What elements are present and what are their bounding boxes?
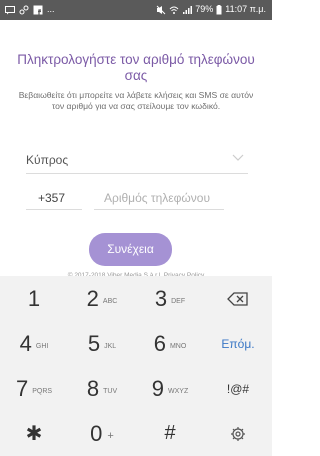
- phone-number-placeholder: Αριθμός τηλεφώνου: [104, 191, 211, 205]
- key-7[interactable]: 7 PQRS: [0, 366, 68, 411]
- key-digit: 4: [19, 330, 32, 356]
- key-backspace[interactable]: [204, 276, 272, 321]
- plus-label: +: [107, 429, 114, 442]
- battery-percent: 79%: [195, 4, 214, 14]
- gear-icon: [231, 426, 245, 441]
- wifi-icon: [169, 6, 179, 14]
- clock: 11:07 π.μ.: [225, 4, 266, 14]
- key-digit: 5: [87, 330, 101, 356]
- battery-icon: [216, 4, 222, 14]
- key-letters: WXYZ: [168, 388, 189, 395]
- chevron-down-icon: [232, 154, 244, 161]
- numeric-keyboard: 1 2 ABC 3 DEF 4 GHI 5 JKL 6 MNO Επόμ. 7 PQRS 8…: [0, 276, 272, 456]
- message-icon: [5, 5, 15, 14]
- key-digit: 2: [86, 285, 99, 311]
- key-3[interactable]: 3 DEF: [136, 276, 204, 321]
- key-digit: 6: [153, 330, 166, 356]
- key-letters: ABC: [102, 298, 118, 305]
- mute-icon: [156, 5, 166, 14]
- key-8[interactable]: 8 TUV: [68, 366, 136, 411]
- key-digit: 9: [151, 375, 164, 401]
- key-digit: 3: [154, 285, 168, 311]
- key-letters: MNO: [169, 343, 187, 350]
- key-letters: DEF: [171, 298, 186, 305]
- key-5[interactable]: 5 JKL: [68, 321, 136, 366]
- key-0[interactable]: 0 +: [68, 411, 136, 456]
- phone-entry-screen: Πληκτρολογήστε τον αριθμό τηλεφώνου σας …: [0, 20, 272, 277]
- key-digit: 1: [27, 285, 41, 311]
- continue-button[interactable]: Συνέχεια: [89, 233, 172, 266]
- key-symbols[interactable]: !@#: [204, 366, 272, 411]
- backspace-icon: [227, 291, 248, 306]
- key-letters: JKL: [104, 343, 117, 350]
- next-key-label: Επόμ.: [221, 336, 255, 351]
- status-left: ...: [5, 4, 55, 15]
- key-digit: 7: [15, 375, 29, 401]
- key-4[interactable]: 4 GHI: [0, 321, 68, 366]
- status-right: 79% 11:07 π.μ.: [156, 4, 266, 15]
- country-selector[interactable]: Κύπρος: [26, 148, 248, 174]
- key-hash[interactable]: #: [136, 411, 204, 456]
- key-asterisk[interactable]: ✱: [0, 411, 68, 456]
- link-icon: [19, 5, 29, 14]
- country-code-field[interactable]: +357: [26, 186, 82, 210]
- country-name: Κύπρος: [26, 153, 69, 167]
- key-digit: 8: [86, 375, 100, 401]
- page-title: Πληκτρολογήστε τον αριθμό τηλεφώνου σας: [17, 52, 255, 83]
- notification-more: ...: [47, 4, 55, 14]
- country-code-value: +357: [38, 191, 66, 205]
- hash-label: #: [164, 422, 176, 444]
- key-next[interactable]: Επόμ.: [204, 321, 272, 366]
- key-9[interactable]: 9 WXYZ: [136, 366, 204, 411]
- key-1[interactable]: 1: [0, 276, 68, 321]
- signal-icon: [183, 5, 193, 14]
- key-digit: 0: [90, 420, 103, 446]
- key-settings[interactable]: [204, 411, 272, 456]
- status-bar: ... 79% 11:07 π.μ.: [0, 0, 272, 20]
- phone-number-input[interactable]: Αριθμός τηλεφώνου: [94, 186, 224, 210]
- asterisk-label: ✱: [25, 423, 43, 445]
- page-subtitle: Βεβαιωθείτε ότι μπορείτε να λάβετε κλήσε…: [18, 90, 254, 111]
- key-letters: GHI: [35, 343, 49, 350]
- key-6[interactable]: 6 MNO: [136, 321, 204, 366]
- key-2[interactable]: 2 ABC: [68, 276, 136, 321]
- key-letters: TUV: [103, 388, 118, 395]
- symbols-key-label: !@#: [226, 381, 250, 396]
- key-letters: PQRS: [32, 388, 53, 395]
- facebook-icon: [33, 5, 43, 15]
